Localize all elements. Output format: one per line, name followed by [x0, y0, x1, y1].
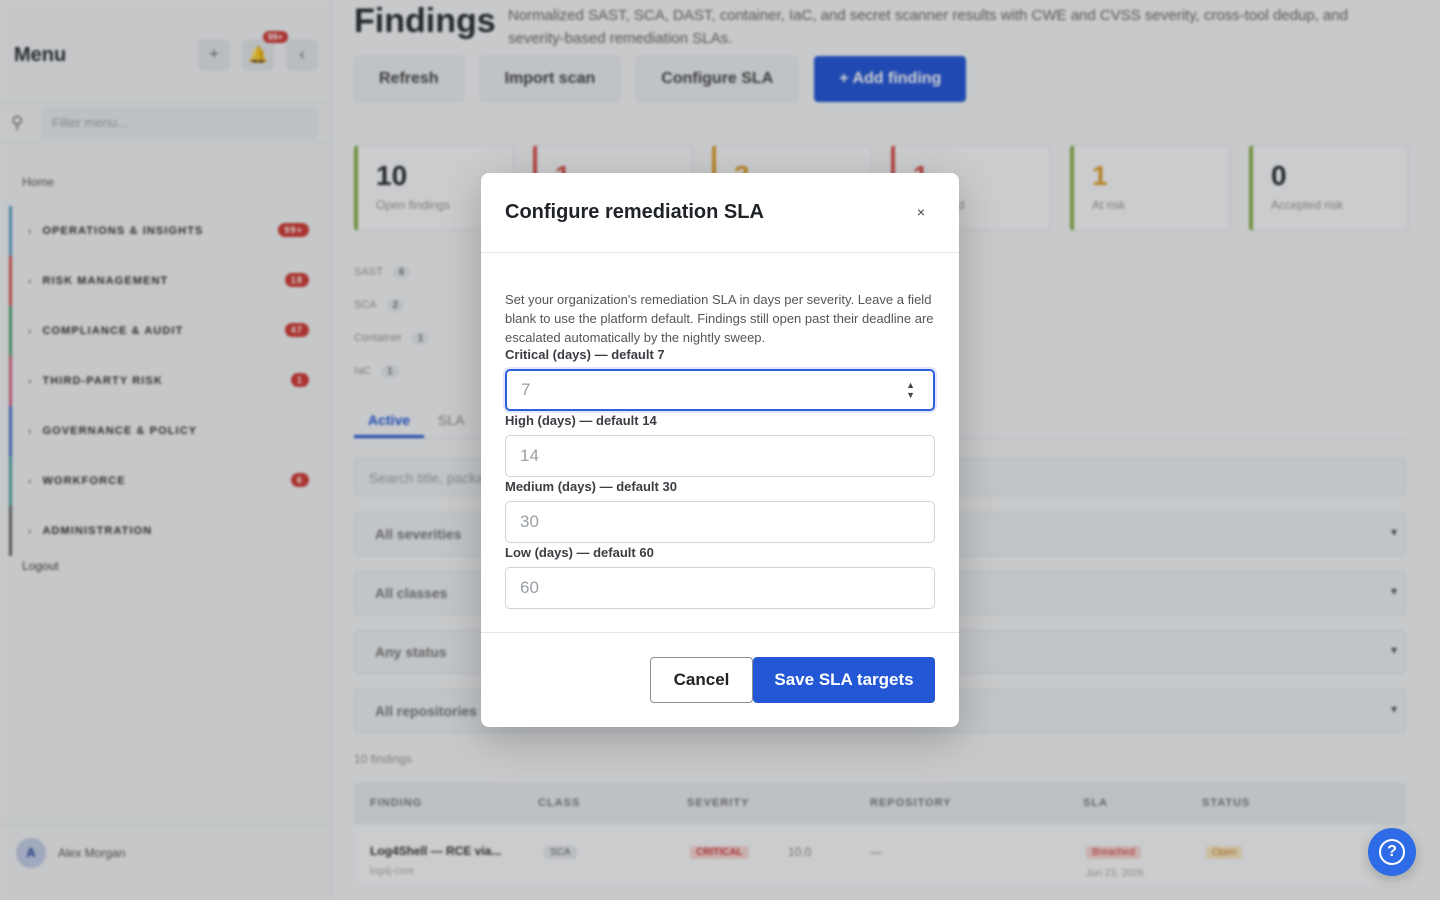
dialog-header: Configure remediation SLA ×	[481, 173, 959, 253]
save-sla-targets-button[interactable]: Save SLA targets	[753, 657, 935, 703]
low-days-label: Low (days) — default 60	[505, 545, 654, 560]
dialog-body: Set your organization's remediation SLA …	[505, 290, 935, 611]
help-button[interactable]: ?	[1368, 828, 1416, 876]
number-stepper-icon[interactable]: ▲ ▼	[906, 380, 915, 400]
high-days-placeholder: 14	[520, 446, 539, 465]
low-days-placeholder: 60	[520, 578, 539, 597]
cancel-button[interactable]: Cancel	[650, 657, 753, 703]
high-days-input[interactable]: 14	[505, 435, 935, 477]
dialog-description: Set your organization's remediation SLA …	[505, 292, 934, 345]
high-days-label: High (days) — default 14	[505, 413, 657, 428]
dialog-title: Configure remediation SLA	[505, 201, 764, 223]
low-days-input[interactable]: 60	[505, 567, 935, 609]
question-icon: ?	[1379, 839, 1405, 865]
critical-days-placeholder: 7	[521, 380, 531, 399]
critical-days-input[interactable]: 7 ▲ ▼	[505, 369, 935, 411]
medium-days-input[interactable]: 30	[505, 501, 935, 543]
dialog-footer: Cancel Save SLA targets	[481, 632, 959, 727]
medium-days-placeholder: 30	[520, 512, 539, 531]
critical-days-label: Critical (days) — default 7	[505, 347, 665, 362]
configure-sla-dialog: Configure remediation SLA × Set your org…	[481, 173, 959, 727]
close-icon[interactable]: ×	[913, 204, 929, 220]
medium-days-label: Medium (days) — default 30	[505, 479, 677, 494]
